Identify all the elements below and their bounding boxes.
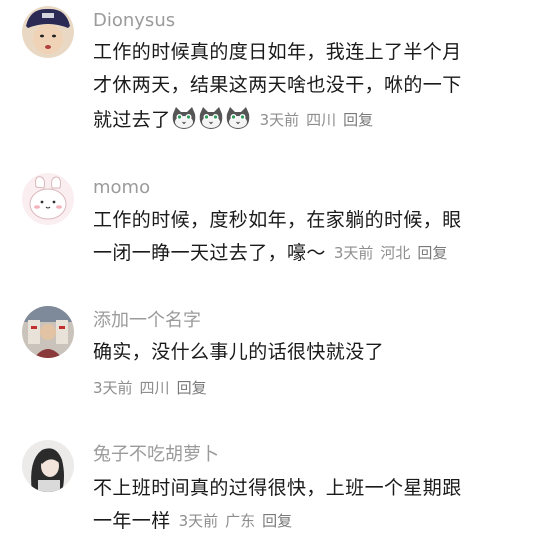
avatar-photo-icon xyxy=(22,6,74,58)
comment-text-line: 就过去了 xyxy=(93,109,171,131)
comment-last-line: 一闭一睁一天过去了，嚎～ 3天前 河北 回复 xyxy=(93,241,447,265)
username[interactable]: 添加一个名字 xyxy=(93,310,201,332)
reply-button[interactable]: 回复 xyxy=(262,512,292,530)
comment-meta: 3天前 广东 回复 xyxy=(179,512,293,530)
comment-location: 河北 xyxy=(380,244,411,262)
cat-face-emoji xyxy=(199,107,222,129)
cat-face-emoji xyxy=(172,107,195,129)
comment-time: 3天前 xyxy=(93,379,133,397)
avatar[interactable] xyxy=(22,440,74,492)
comment-time: 3天前 xyxy=(259,111,300,129)
comment-location: 广东 xyxy=(225,512,256,530)
comment-text-line: 才休两天，结果这两天啥也没干，咻的一下 xyxy=(93,74,462,96)
comment-last-line: 一年一样 3天前 广东 回复 xyxy=(93,509,292,533)
avatar[interactable] xyxy=(22,6,74,58)
comment-text-line: 不上班时间真的过得很快，上班一个星期跟 xyxy=(93,477,462,499)
comment-time: 3天前 xyxy=(333,244,374,262)
comment-text-line: 工作的时候真的度日如年，我连上了半个月 xyxy=(93,41,462,63)
comment-meta: 3天前 四川 回复 xyxy=(260,111,374,129)
comment-location: 四川 xyxy=(306,111,337,129)
comment-text-line: 一年一样 xyxy=(93,510,171,532)
username[interactable]: 兔子不吃胡萝卜 xyxy=(93,444,219,466)
username[interactable]: momo xyxy=(93,177,150,199)
avatar-photo-icon xyxy=(22,306,74,358)
comment-text-line: 确实，没什么事儿的话很快就没了 xyxy=(93,341,385,363)
comment-last-line: 就过去了 3天前 四川 回复 xyxy=(93,106,373,132)
avatar[interactable] xyxy=(22,306,74,358)
comment-text-line: 一闭一睁一天过去了，嚎～ xyxy=(93,242,326,264)
reply-button[interactable]: 回复 xyxy=(343,111,373,129)
avatar[interactable] xyxy=(22,173,74,225)
avatar-bunny-icon xyxy=(22,173,74,225)
reply-button[interactable]: 回复 xyxy=(417,244,447,262)
cat-face-emoji xyxy=(226,107,249,129)
comment-text-line: 工作的时候，度秒如年，在家躺的时候，眼 xyxy=(93,209,462,231)
comment-meta: 3天前 河北 回复 xyxy=(334,244,448,262)
comment-location: 四川 xyxy=(139,379,170,397)
username[interactable]: Dionysus xyxy=(93,10,175,32)
comment-time: 3天前 xyxy=(178,512,219,530)
comment-meta: 3天前 四川 回复 xyxy=(93,378,214,398)
avatar-photo-icon xyxy=(22,440,74,492)
reply-button[interactable]: 回复 xyxy=(177,379,207,397)
